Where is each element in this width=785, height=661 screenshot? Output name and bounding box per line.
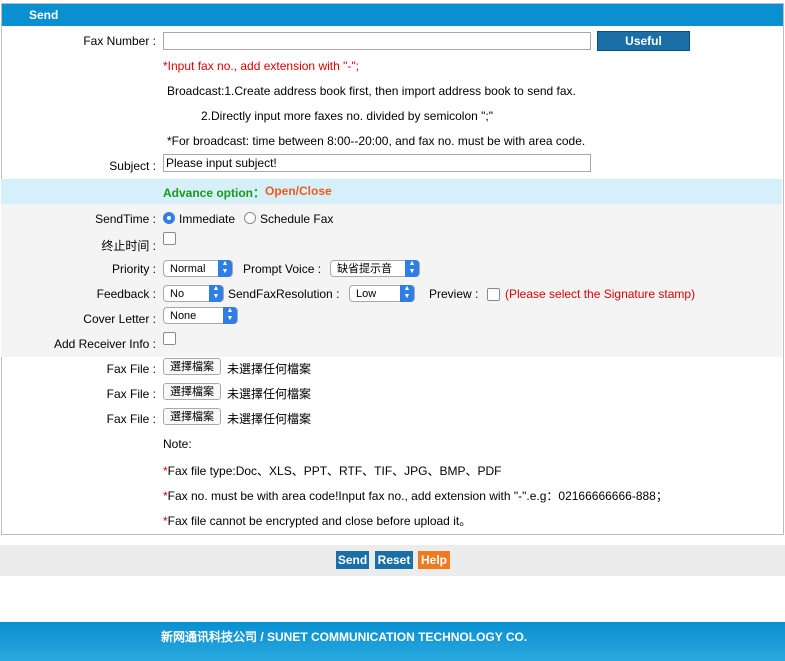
footer-text: 新网通讯科技公司 / SUNET COMMUNICATION TECHNOLOG… (161, 630, 528, 644)
resolution-select[interactable]: Low ▲ ▼ (349, 285, 415, 302)
note-title: Note: (163, 437, 192, 451)
chevron-updown-icon: ▲ ▼ (400, 285, 414, 302)
chevron-updown-icon: ▲ ▼ (209, 285, 223, 302)
subject-input[interactable]: Please input subject! (163, 154, 591, 172)
schedule-fax-label: Schedule Fax (260, 212, 334, 226)
panel-header: Send (2, 4, 783, 26)
advance-option-label: Advance option： (163, 186, 266, 200)
advance-option-row: Advance option： Open/Close (1, 179, 782, 204)
feedback-select[interactable]: No ▲ ▼ (163, 285, 224, 302)
reset-button[interactable]: Reset (375, 551, 413, 569)
choose-file-button[interactable]: 選擇檔案 (163, 383, 221, 400)
prompt-voice-label: Prompt Voice : (243, 262, 322, 276)
schedule-fax-radio[interactable] (244, 212, 256, 224)
fax-file-label: Fax File : (106, 362, 156, 376)
panel-title: Send (29, 8, 59, 22)
useful-contacts-button[interactable]: Useful Contacts (597, 31, 690, 66)
chevron-updown-icon: ▲ ▼ (405, 260, 419, 277)
priority-select[interactable]: Normal ▲ ▼ (163, 260, 233, 277)
end-time-checkbox[interactable] (163, 232, 176, 245)
cover-letter-label: Cover Letter : (83, 312, 156, 326)
cover-letter-select[interactable]: None ▲ ▼ (163, 307, 238, 324)
priority-label: Priority : (111, 262, 156, 276)
help-button[interactable]: Help (418, 551, 450, 569)
file-status: 未選擇任何檔案 (227, 412, 312, 426)
note-encrypted-text: Fax file cannot be encrypted and close b… (167, 514, 472, 528)
receiver-info-label: Add Receiver Info : (53, 337, 156, 351)
hint-broadcast-1: Broadcast:1.Create address book first, t… (167, 84, 576, 98)
advance-toggle-link[interactable]: Open/Close (265, 184, 332, 198)
priority-value: Normal (170, 263, 206, 275)
note-area-code: *Fax no. must be with area code!Input fa… (163, 489, 668, 503)
feedback-label: Feedback : (96, 287, 156, 301)
send-button[interactable]: Send (336, 551, 369, 569)
advanced-options-block (1, 204, 782, 357)
hint-broadcast-2: 2.Directly input more faxes no. divided … (201, 109, 493, 123)
choose-file-button[interactable]: 選擇檔案 (163, 358, 221, 375)
end-time-label: 终止时间 : (101, 239, 156, 253)
subject-label: Subject : (109, 159, 156, 173)
note-encrypted: *Fax file cannot be encrypted and close … (163, 514, 472, 528)
fax-number-input[interactable] (163, 32, 591, 50)
resolution-value: Low (356, 288, 377, 300)
preview-label: Preview : (429, 287, 479, 301)
immediate-label: Immediate (179, 212, 236, 226)
chevron-updown-icon: ▲ ▼ (223, 307, 237, 324)
footer: 新网通讯科技公司 / SUNET COMMUNICATION TECHNOLOG… (0, 622, 785, 661)
feedback-value: No (170, 288, 185, 300)
signature-stamp-note: (Please select the Signature stamp) (505, 287, 696, 301)
resolution-label: SendFaxResolution : (228, 287, 340, 301)
fax-file-label: Fax File : (106, 387, 156, 401)
sendtime-label: SendTime : (95, 212, 156, 226)
note-file-type-text: Fax file type:Doc、XLS、PPT、RTF、TIF、JPG、BM… (167, 464, 502, 478)
file-status: 未選擇任何檔案 (227, 362, 312, 376)
chevron-updown-icon: ▲ ▼ (218, 260, 232, 277)
prompt-voice-value: 缺省提示音 (337, 263, 392, 275)
note-file-type: *Fax file type:Doc、XLS、PPT、RTF、TIF、JPG、B… (163, 464, 502, 478)
choose-file-button[interactable]: 選擇檔案 (163, 408, 221, 425)
fax-file-label: Fax File : (106, 412, 156, 426)
hint-broadcast-time: *For broadcast: time between 8:00--20:00… (167, 134, 586, 148)
note-area-code-text: Fax no. must be with area code!Input fax… (167, 489, 668, 503)
preview-checkbox[interactable] (487, 288, 500, 301)
immediate-radio[interactable] (163, 212, 175, 224)
hint-extension: *Input fax no., add extension with "-"; (163, 59, 359, 73)
file-status: 未選擇任何檔案 (227, 387, 312, 401)
receiver-info-checkbox[interactable] (163, 332, 176, 345)
prompt-voice-select[interactable]: 缺省提示音 ▲ ▼ (330, 260, 420, 277)
fax-number-label: Fax Number : (83, 34, 156, 48)
cover-letter-value: None (170, 310, 197, 322)
